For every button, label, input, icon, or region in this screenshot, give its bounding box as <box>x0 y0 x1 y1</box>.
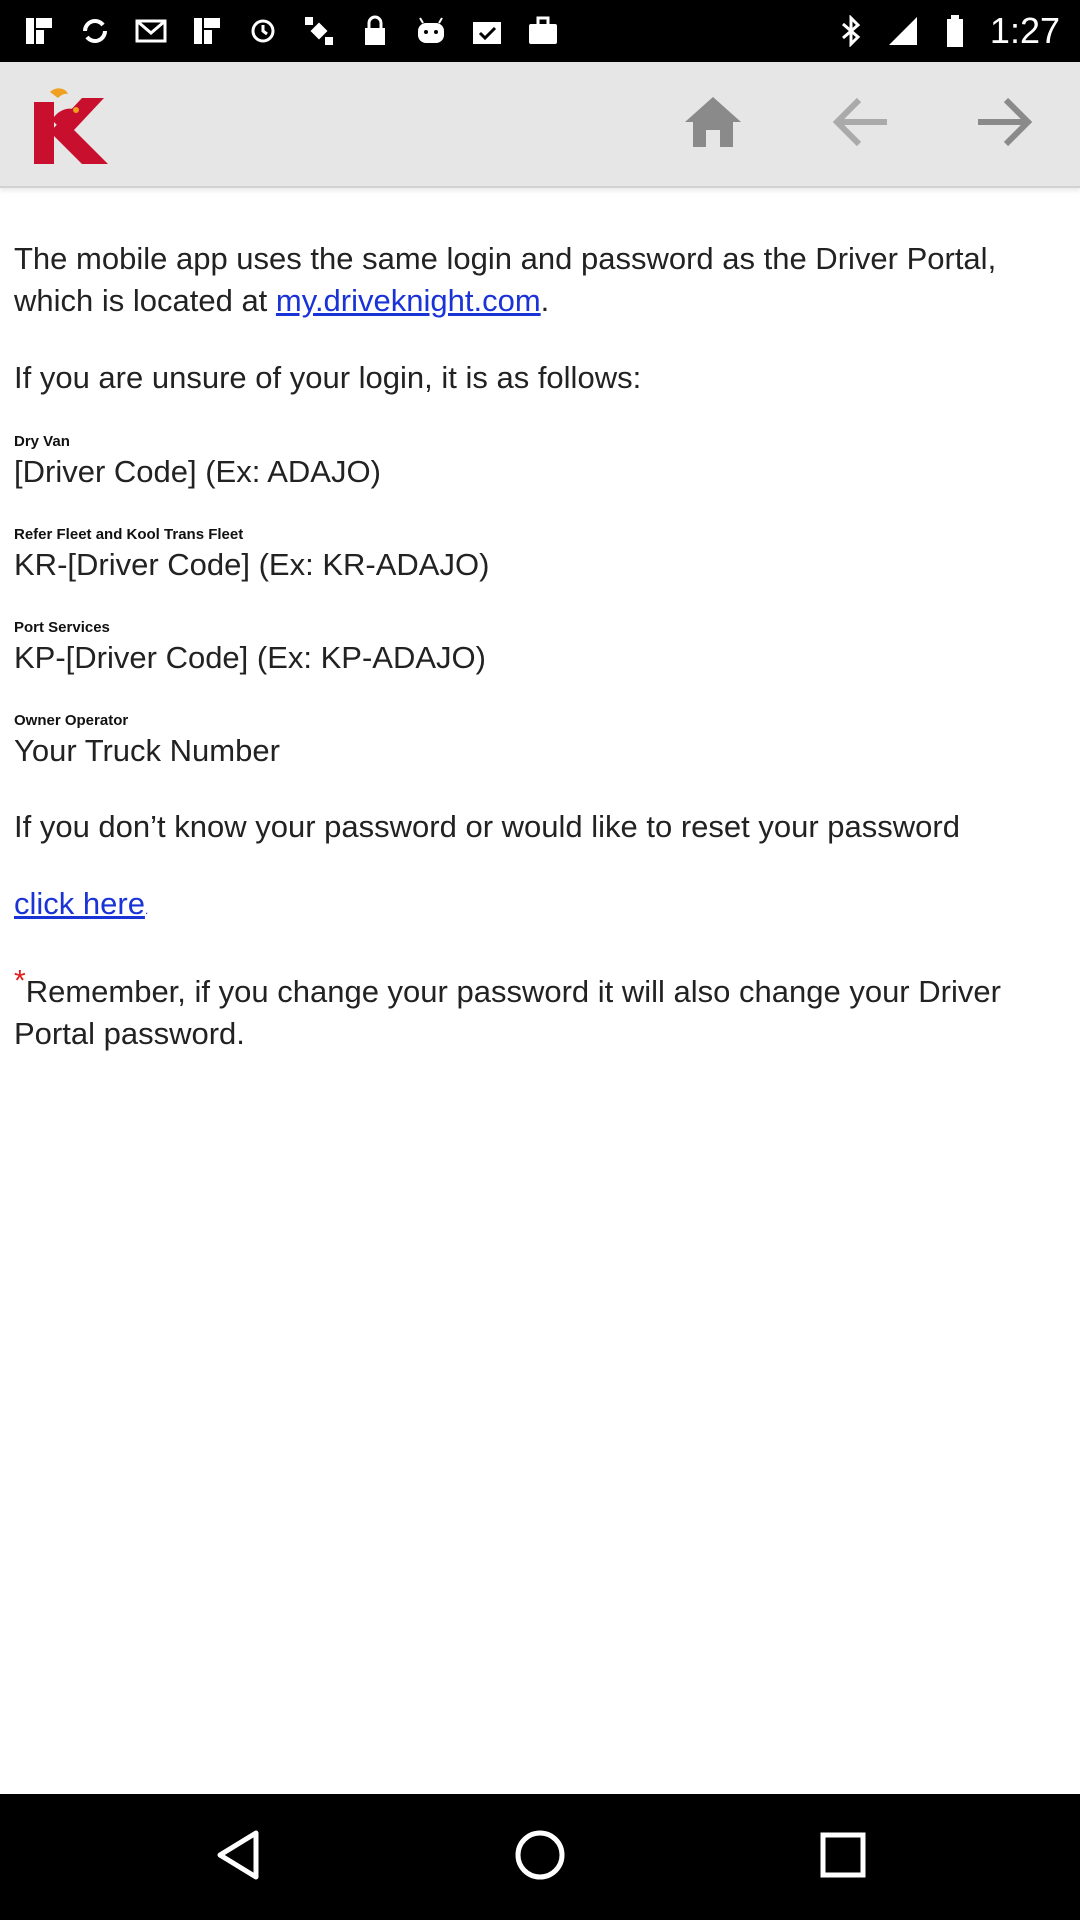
clock: 1:27 <box>989 10 1060 51</box>
satellite-icon <box>302 14 336 48</box>
clipboard-check-icon <box>470 14 504 48</box>
intro-paragraph: The mobile app uses the same login and p… <box>14 238 1054 322</box>
nav-recent-button[interactable] <box>803 1822 883 1892</box>
signal-icon <box>886 14 920 48</box>
reset-text: If you don’t know your password or would… <box>14 809 960 844</box>
section-value-owner-operator: Your Truck Number <box>14 733 280 768</box>
intro-period: . <box>540 283 550 318</box>
system-status: 1:27 <box>834 0 1060 62</box>
home-icon <box>682 94 744 155</box>
recent-square-icon <box>815 1827 871 1888</box>
login-info-content: The mobile app uses the same login and p… <box>14 238 1054 1055</box>
nav-home-button[interactable] <box>500 1822 580 1892</box>
bag-icon <box>526 14 560 48</box>
click-here-link[interactable]: click here <box>14 886 145 921</box>
section-value-port-services: KP-[Driver Code] (Ex: KP-ADAJO) <box>14 640 486 675</box>
back-button[interactable] <box>825 92 895 156</box>
knight-logo-icon[interactable] <box>30 84 120 166</box>
asterisk-mark: * <box>14 964 26 998</box>
forward-button[interactable] <box>970 92 1040 156</box>
notification-icons <box>0 14 560 48</box>
gallery-icon <box>190 14 224 48</box>
back-triangle-icon <box>210 1827 266 1888</box>
section-value-refer-fleet: KR-[Driver Code] (Ex: KR-ADAJO) <box>14 547 490 582</box>
arrow-left-icon <box>829 94 891 155</box>
gallery-icon <box>22 14 56 48</box>
click-here-paragraph: click here. <box>14 883 1054 931</box>
nav-back-button[interactable] <box>198 1822 278 1892</box>
section-label-port-services: Port Services <box>14 619 110 636</box>
bluetooth-icon <box>834 14 868 48</box>
lock-icon <box>358 14 392 48</box>
remember-text: Remember, if you change your password it… <box>14 974 1001 1051</box>
section-label-owner-operator: Owner Operator <box>14 712 129 729</box>
status-bar: 1:27 <box>0 0 1080 62</box>
message-icon <box>134 14 168 48</box>
arrow-right-icon <box>974 94 1036 155</box>
remember-paragraph: *Remember, if you change your password i… <box>14 966 1054 1055</box>
click-here-period: . <box>144 903 149 917</box>
sync-icon <box>78 14 112 48</box>
driver-portal-link[interactable]: my.driveknight.com <box>276 283 541 318</box>
unsure-text: If you are unsure of your login, it is a… <box>14 360 642 395</box>
battery-icon <box>938 14 972 48</box>
home-circle-icon <box>512 1827 568 1888</box>
app-header <box>0 62 1080 188</box>
section-label-dry-van: Dry Van <box>14 433 70 450</box>
sync-icon <box>246 14 280 48</box>
section-label-refer-fleet: Refer Fleet and Kool Trans Fleet <box>14 526 244 543</box>
system-nav-bar <box>0 1794 1080 1920</box>
home-button[interactable] <box>678 92 748 156</box>
android-icon <box>414 14 448 48</box>
section-value-dry-van: [Driver Code] (Ex: ADAJO) <box>14 454 381 489</box>
